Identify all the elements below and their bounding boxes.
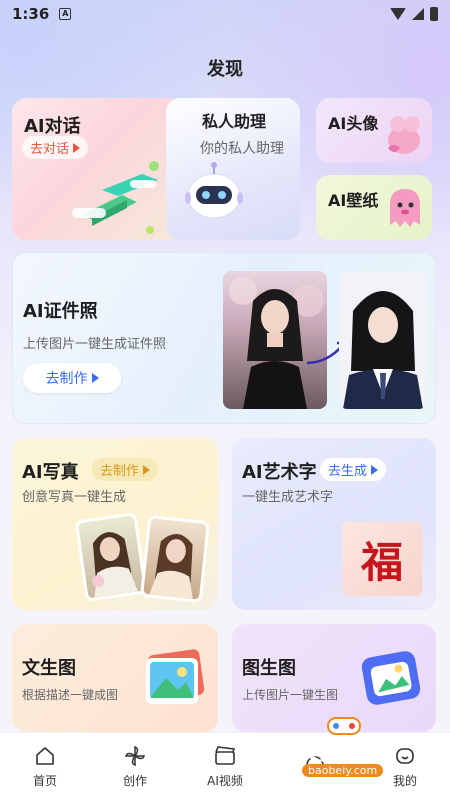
play-icon [91, 373, 99, 383]
art-text-subtitle: 一键生成艺术字 [242, 490, 334, 505]
home-icon [36, 747, 54, 765]
nav-home-label: 首页 [32, 774, 57, 788]
ai-art-text-card[interactable]: AI艺术字 去生成 一键生成艺术字 福 [232, 438, 436, 610]
id-photo-result [339, 271, 427, 409]
text-to-image-card[interactable]: 文生图 根据描述一键成图 [12, 624, 218, 732]
id-photo-title: AI证件照 [23, 301, 98, 322]
fu-character: 福 [360, 537, 403, 587]
page-title: 发现 [207, 59, 243, 80]
generate-art-text-label: 去生成 [328, 464, 368, 479]
ai-wallpaper-card[interactable]: AI壁纸 [316, 175, 432, 240]
robot-icon [185, 162, 243, 219]
woman-id-photo-image [343, 291, 423, 409]
avatar-character-icon [388, 116, 420, 154]
battery-icon [430, 7, 438, 21]
status-bar: 1:36 A [0, 0, 450, 28]
make-id-photo-button[interactable]: 去制作 [23, 363, 121, 393]
a-notification-icon: A [59, 8, 72, 20]
chat-bubbles-icon [72, 161, 159, 234]
signal-icon [412, 8, 424, 20]
ai-wallpaper-title: AI壁纸 [328, 191, 379, 210]
ai-avatar-title: AI头像 [328, 114, 379, 133]
play-icon [143, 464, 151, 475]
portrait-sample-2 [139, 514, 211, 604]
ghost-icon [390, 189, 420, 227]
portrait-subtitle: 创意写真一键生成 [22, 490, 127, 505]
art-text-title: AI艺术字 [242, 462, 317, 483]
play-icon [371, 464, 379, 475]
nav-ai-video-label: AI视频 [207, 774, 243, 788]
nav-home[interactable]: 首页 [0, 733, 90, 800]
make-portrait-label: 去制作 [100, 464, 140, 479]
text-to-image-title: 文生图 [22, 658, 76, 679]
art-text-sample: 福 [342, 522, 422, 596]
generate-art-text-button[interactable]: 去生成 [320, 458, 387, 481]
ai-chat-card[interactable]: AI对话 去对话 [12, 98, 184, 240]
go-chat-button[interactable]: 去对话 [22, 136, 89, 159]
make-id-photo-label: 去制作 [45, 371, 88, 387]
play-icon [73, 142, 81, 153]
image-to-image-title: 图生图 [242, 658, 296, 679]
pinwheel-icon [124, 745, 146, 767]
make-portrait-button[interactable]: 去制作 [92, 458, 159, 481]
ai-avatar-card[interactable]: AI头像 [316, 98, 432, 163]
watermark-url: baobeiy.com [302, 764, 384, 777]
woman-portrait-image [149, 534, 193, 600]
wifi-icon [390, 8, 406, 20]
ai-chat-title: AI对话 [24, 116, 81, 137]
nav-create-label: 创作 [122, 774, 147, 788]
text-to-image-subtitle: 根据描述一键成图 [22, 688, 119, 702]
ai-id-photo-card[interactable]: AI证件照 上传图片一键生成证件照 去制作 [12, 252, 436, 424]
watermark-title: 宝贝游戏网 [273, 740, 390, 766]
image-gallery-icon [146, 649, 205, 704]
assistant-card[interactable]: 私人助理 你的私人助理 [166, 98, 300, 240]
ai-portrait-card[interactable]: AI写真 去制作 创意写真一键生成 [12, 438, 218, 610]
photo-frame-icon [361, 651, 421, 705]
nav-ai-video[interactable]: AI视频 [180, 733, 270, 800]
image-to-image-subtitle: 上传图片一键生图 [242, 688, 339, 702]
clapperboard-icon [215, 746, 236, 765]
portrait-title: AI写真 [22, 462, 79, 483]
go-chat-label: 去对话 [30, 142, 70, 157]
assistant-title: 私人助理 [202, 112, 267, 131]
portrait-sample-1 [74, 512, 148, 602]
nav-create[interactable]: 创作 [90, 733, 180, 800]
site-watermark: 宝贝游戏网 baobeiy.com [272, 712, 420, 788]
status-time: 1:36 [12, 5, 50, 23]
id-photo-subtitle: 上传图片一键生成证件照 [23, 337, 167, 352]
woman-portrait-image [92, 532, 139, 598]
assistant-subtitle: 你的私人助理 [200, 141, 284, 157]
